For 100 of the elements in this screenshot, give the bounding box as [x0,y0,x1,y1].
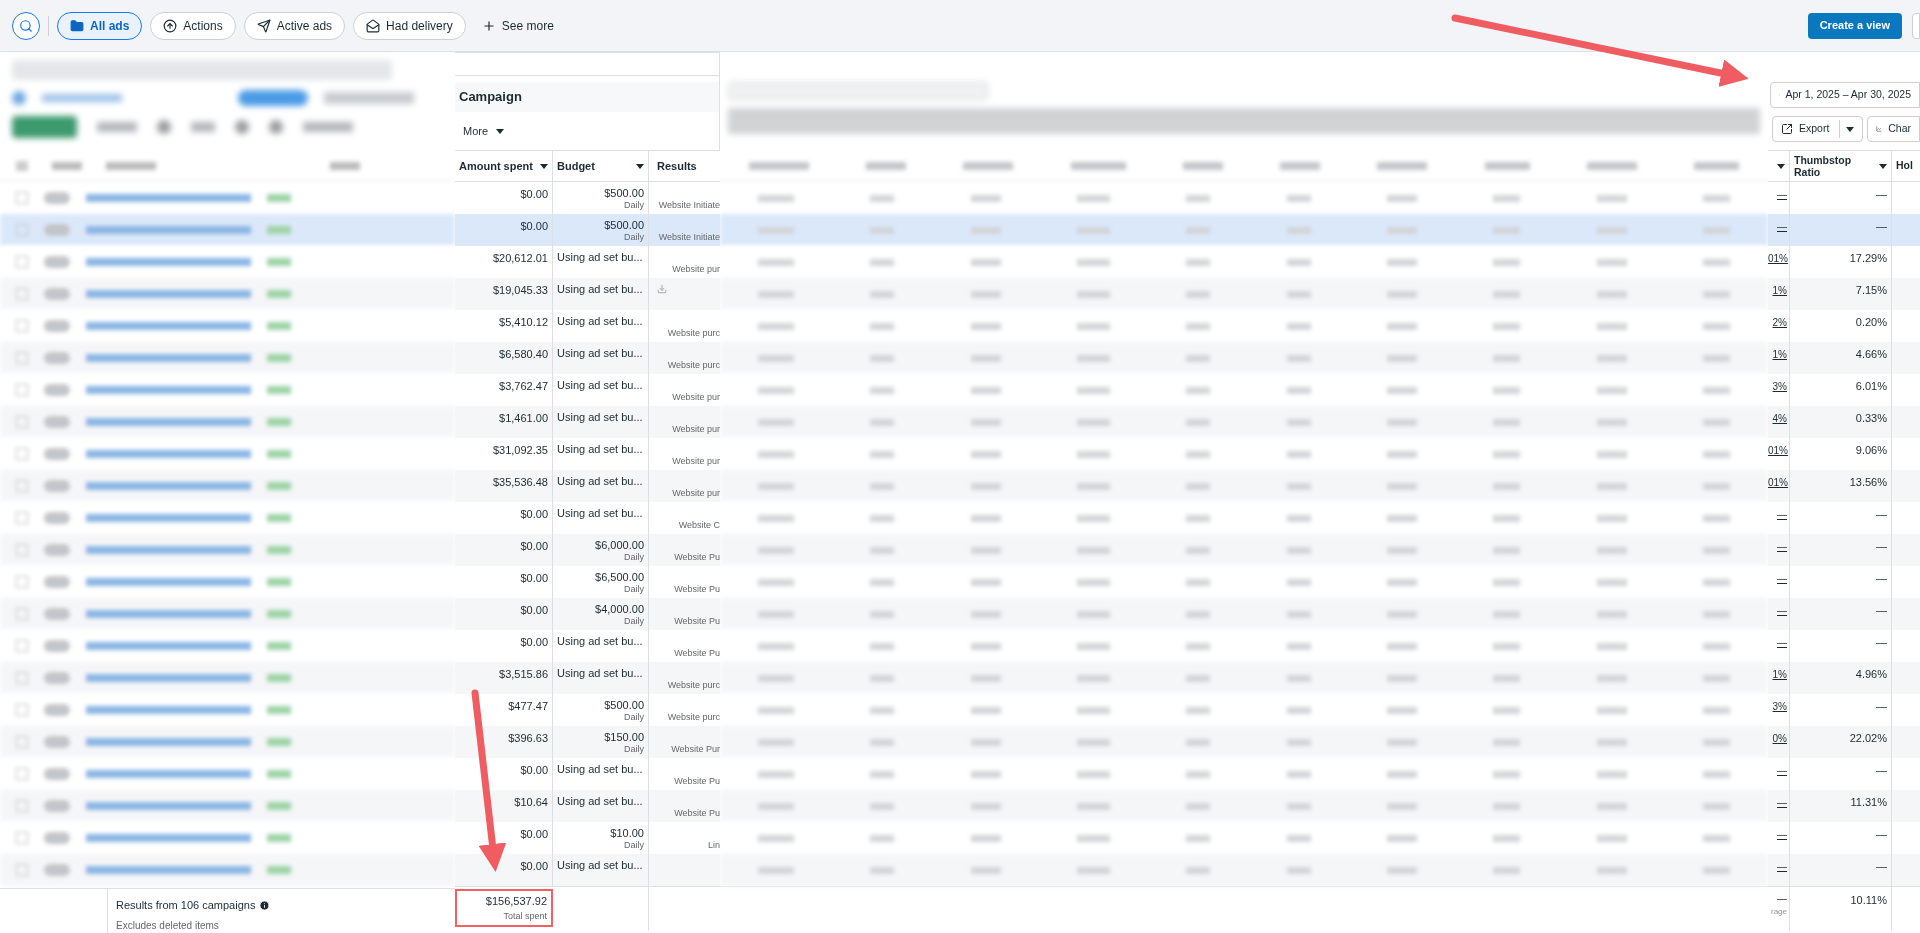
create-view-button[interactable]: Create a view [1807,12,1902,39]
budget-cell: Using ad set bu... [557,794,643,808]
amount-cell: $0.00 [520,764,548,776]
budget-cell: $150.00 [604,730,644,744]
budget-period: Daily [624,744,644,755]
budget-period: Daily [624,584,644,595]
date-range-button[interactable]: Apr 1, 2025 – Apr 30, 2025 [1770,82,1920,108]
column-header[interactable]: Hol [1892,151,1920,181]
results-cell: Lin [708,838,720,852]
thumbstop-cell: — [1876,508,1887,520]
results-cell: Website Pur [671,742,720,756]
info-icon [259,899,271,911]
filter-chip[interactable]: Actions [150,11,236,40]
table-row[interactable]: $3,515.86 Using ad set bu... Website purc [455,662,720,694]
amount-cell: $0.00 [520,860,548,872]
caret-icon [1777,163,1785,169]
results-cell: Website pur [672,422,720,436]
table-row[interactable]: $1,461.00 Using ad set bu... Website pur [455,406,720,438]
amount-cell: $0.00 [520,636,548,648]
table-cell: — [1777,765,1787,776]
caret-icon [496,128,505,134]
table-row[interactable]: $0.00 $4,000.00 Daily Website Pu [455,598,720,630]
results-cell: Website Initiate [658,198,720,212]
table-row[interactable]: $19,045.33 Using ad set bu... [455,278,720,310]
amount-cell: $477.47 [508,700,548,712]
amount-cell: $3,515.86 [499,668,548,680]
budget-period: Daily [624,840,644,851]
filter-chip[interactable]: Active ads [243,11,346,40]
budget-cell: $500.00 [604,186,644,200]
thumbstop-cell: — [1876,860,1887,872]
amount-cell: $1,461.00 [499,412,548,424]
more-button[interactable]: More [459,118,509,144]
table-cell: — [1777,573,1787,584]
amount-cell: $0.00 [520,604,548,616]
table-cell: 4% [1772,413,1787,424]
thumbstop-cell: 13.56% [1849,476,1887,488]
table-row[interactable]: $0.00 $6,000.00 Daily Website Pu [455,534,720,566]
table-cell: 1% [1772,349,1787,360]
line-chart-icon [1876,123,1883,135]
table-cell-text: — [1777,892,1787,906]
budget-cell: $4,000.00 [595,602,644,616]
budget-period: Daily [624,712,644,723]
folder-icon [70,18,84,33]
filter-field[interactable] [455,52,719,76]
column-header[interactable]: Thumbstop Ratio [1790,151,1892,181]
total-label: Total spent [503,909,547,923]
table-cell: 01% [1768,253,1788,264]
budget-cell: Using ad set bu... [557,858,643,872]
budget-period: Daily [624,616,644,627]
table-row[interactable]: $35,536.48 Using ad set bu... Website pur [455,470,720,502]
column-header[interactable]: Amount spent [455,151,553,181]
export-button[interactable]: Export [1772,116,1864,142]
results-cell: Website Pu [674,614,720,628]
chart-button[interactable]: Char [1867,116,1920,142]
budget-cell: Using ad set bu... [557,250,643,264]
mail-icon [366,18,381,33]
see-more-button[interactable]: See more [473,11,562,40]
search-button[interactable] [12,11,40,40]
thumbstop-cell: — [1876,764,1887,776]
results-cell: Website purc [667,710,720,724]
budget-cell: Using ad set bu... [557,442,643,456]
table-row[interactable]: $10.64 Using ad set bu... Website Pu [455,790,720,822]
table-cell: 3% [1772,701,1787,712]
budget-cell: Using ad set bu... [557,474,643,488]
table-row[interactable]: $6,580.40 Using ad set bu... Website purc [455,342,720,374]
caret-icon [1846,126,1855,132]
results-summary: Results from 106 campaigns [116,898,256,913]
results-cell: Website Pu [674,582,720,596]
thumbstop-cell: 0.33% [1855,412,1887,424]
thumbstop-cell: 4.66% [1855,348,1887,360]
table-row[interactable]: $0.00 $500.00 Daily Website Initiate [455,214,720,246]
cut-off-button[interactable] [1912,12,1920,39]
caret-icon [636,163,644,169]
budget-cell: Using ad set bu... [557,314,643,328]
table-row[interactable]: $0.00 Using ad set bu... [455,854,720,886]
amount-cell: $0.00 [520,572,548,584]
filter-chip[interactable]: All ads [57,11,143,40]
filter-chip[interactable]: Had delivery [353,11,466,40]
caret-icon [540,163,548,169]
thumbstop-cell: 11.31% [1850,796,1887,808]
budget-cell: Using ad set bu... [557,762,643,776]
plus-icon [481,18,496,33]
thumbstop-cell: 6.01% [1855,380,1887,392]
budget-period: Daily [624,552,644,563]
results-cell: Website pur [672,262,720,276]
table-cell: — [1777,541,1787,552]
amount-cell: $396.63 [508,732,548,744]
budget-period: Daily [624,232,644,243]
table-cell: 2% [1772,317,1787,328]
budget-cell: $500.00 [604,698,644,712]
table-row[interactable]: $396.63 $150.00 Daily Website Pur [455,726,720,758]
total-amount: $156,537.92 [485,894,547,909]
column-header[interactable]: Results [649,151,720,181]
table-cell: 01% [1768,477,1788,488]
results-cell: Website Initiate [658,230,720,244]
column-header[interactable]: Budget [553,151,649,181]
search-icon [19,18,33,33]
table-cell: — [1777,221,1787,232]
thumbstop-cell: — [1876,700,1887,712]
amount-cell: $0.00 [520,540,548,552]
